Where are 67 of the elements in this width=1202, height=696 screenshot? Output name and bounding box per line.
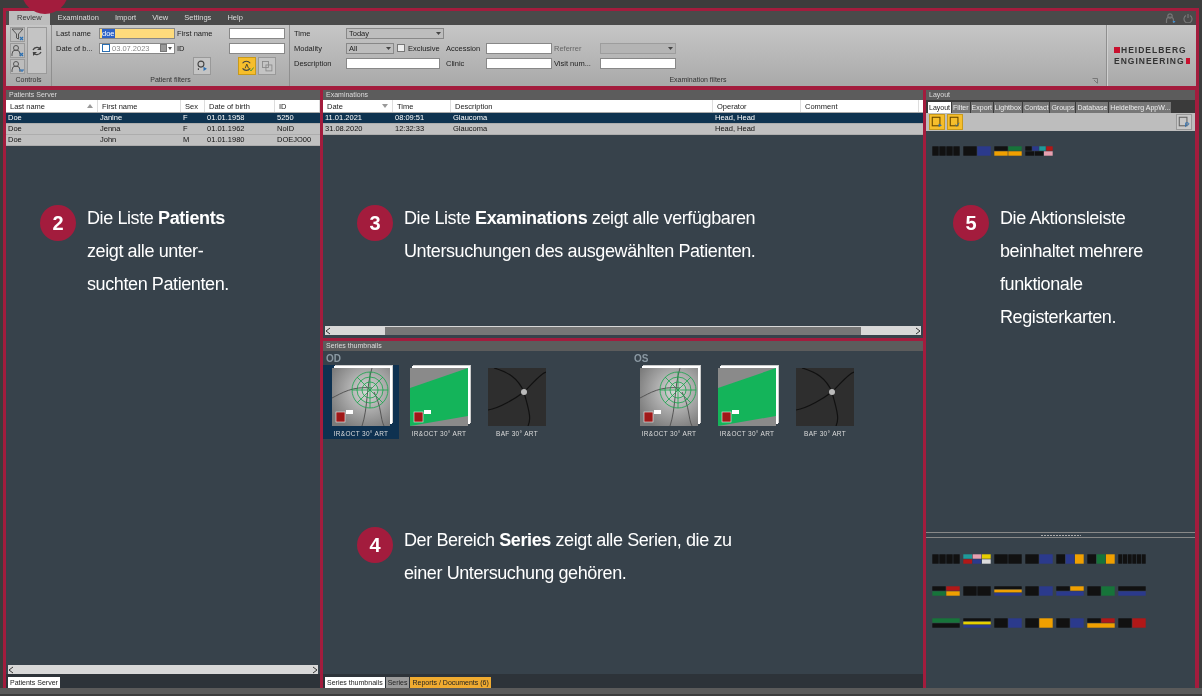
dialog-launcher-icon[interactable] (1092, 78, 1098, 84)
callout-text: Die Aktionsleiste beinhaltet mehrere funktionale Registerkarten. (1000, 207, 1144, 329)
horizontal-scrollbar[interactable] (325, 326, 921, 335)
checkbox[interactable] (102, 44, 110, 52)
retina-image (718, 368, 776, 426)
scroll-right-icon[interactable] (312, 665, 318, 674)
caret-down-icon (668, 46, 673, 50)
layout-preset-icon[interactable] (1025, 618, 1053, 628)
filter-clear-button[interactable] (10, 27, 25, 42)
scroll-left-icon[interactable] (325, 326, 331, 335)
retina-image (488, 368, 546, 426)
horizontal-scrollbar[interactable] (8, 665, 318, 674)
retina-image (640, 368, 698, 426)
layout-preset-icon[interactable] (1056, 586, 1084, 596)
layout-preset-icon[interactable] (1087, 618, 1115, 628)
text-field[interactable] (346, 57, 440, 69)
text-field[interactable] (486, 57, 552, 69)
text-field[interactable] (486, 42, 552, 54)
person-icon (10, 59, 25, 74)
logo-mark (1114, 47, 1120, 53)
print-layout-button[interactable] (1176, 114, 1192, 130)
text-field[interactable] (229, 27, 285, 39)
layout-preset-icon[interactable] (1056, 554, 1084, 564)
callout-text: Die Liste Patients zeigt alle unter- suchten Patienten. (87, 207, 230, 296)
sort-ascending-icon (87, 104, 93, 108)
scroll-left-icon[interactable] (8, 665, 14, 674)
patient-clear-button[interactable] (10, 43, 25, 58)
logo-mark (1185, 58, 1190, 64)
retina-image (332, 368, 390, 426)
layout-preset-icon[interactable] (1025, 146, 1053, 156)
eye-label: OD (325, 353, 342, 365)
calendar-dropdown-icon (160, 44, 172, 52)
eye-label: OS (633, 353, 650, 365)
scroll-right-icon[interactable] (915, 326, 921, 335)
refresh-icon (31, 44, 43, 57)
caret-down-icon (386, 46, 391, 50)
person-search-icon (195, 59, 209, 73)
checkbox[interactable] (397, 44, 405, 52)
splitter-handle-icon[interactable] (1040, 533, 1081, 537)
refresh-button[interactable] (27, 27, 47, 74)
text-field[interactable] (229, 42, 285, 54)
layout-preset-icon[interactable] (963, 618, 991, 628)
auto-refresh-button[interactable] (238, 57, 256, 75)
copy-icon (260, 59, 274, 73)
filter-icon (10, 27, 25, 42)
power-icon (1183, 13, 1193, 23)
retina-image (796, 368, 854, 426)
user-icon (1165, 12, 1177, 24)
layout-preset-icon[interactable] (994, 146, 1022, 156)
patient-key-button[interactable] (10, 59, 25, 74)
refresh-icon (240, 59, 254, 73)
logo-text: ENGINEERING (1114, 56, 1185, 66)
text-field[interactable] (600, 57, 676, 69)
logo-text: HEIDELBERG (1121, 45, 1187, 55)
layout-preset-icon[interactable] (932, 586, 960, 596)
sort-descending-icon (382, 104, 388, 108)
layout-button[interactable] (947, 114, 963, 130)
person-icon (10, 43, 25, 58)
caret-down-icon (436, 31, 441, 35)
layout-preset-icon[interactable] (994, 586, 1022, 596)
retina-image (410, 368, 468, 426)
layout-preset-icon[interactable] (1087, 554, 1115, 564)
callout-text: Die Liste Examinations zeigt alle verfügbaren Untersuchungen des ausgewählten Patienten. (404, 207, 757, 263)
layout-button[interactable] (929, 114, 945, 130)
search-patient-button[interactable] (193, 57, 211, 75)
layout-preset-icon[interactable] (963, 554, 991, 564)
callout-text: Der Bereich Series zeigt alle Serien, die zu einer Untersuchung gehören. (404, 529, 733, 585)
